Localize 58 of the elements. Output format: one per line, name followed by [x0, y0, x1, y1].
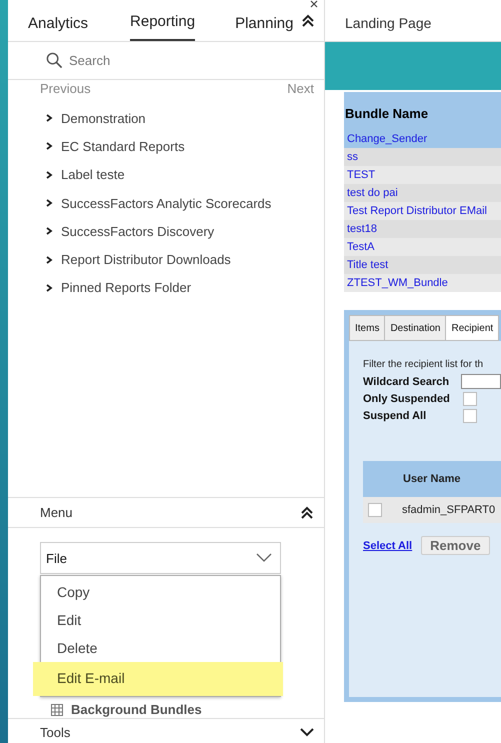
expand-icon[interactable]	[45, 256, 53, 264]
collapse-icon[interactable]	[300, 506, 314, 520]
tab[interactable]: Analytics	[28, 15, 88, 41]
tree-item[interactable]: Demonstration	[61, 110, 146, 126]
menu-item[interactable]: Delete	[41, 634, 280, 662]
tree-item[interactable]: Pinned Reports Folder	[61, 280, 192, 296]
bundle-link[interactable]: test18	[344, 220, 501, 238]
tab[interactable]: Items	[349, 315, 386, 341]
bundle-link[interactable]: TestA	[344, 238, 501, 256]
tab[interactable]: Recipient	[445, 315, 500, 341]
dropdown[interactable]: File	[40, 542, 281, 574]
bundle-link[interactable]: Test Report Distributor EMail	[344, 202, 501, 220]
previous-link[interactable]: Previous	[40, 80, 91, 96]
table-cell: sfadmin_SFPART0	[402, 504, 496, 516]
bundle-link[interactable]: test do pai	[344, 184, 501, 202]
search-icon	[46, 52, 63, 69]
bundle-link[interactable]: ZTEST_WM_Bundle	[344, 274, 501, 292]
section-title: Menu	[40, 505, 73, 520]
tab[interactable]: Planning	[235, 15, 294, 41]
wildcard-search-field[interactable]	[461, 374, 501, 389]
expand-icon[interactable]	[45, 170, 53, 179]
bundle-link[interactable]: TEST	[344, 166, 501, 184]
checkbox[interactable]	[368, 503, 382, 517]
bundle-link[interactable]: ss	[344, 148, 501, 166]
column-header: Bundle Name	[344, 92, 501, 130]
tree-item[interactable]: SuccessFactors Analytic Scorecards	[61, 196, 272, 211]
menu-item[interactable]: Edit	[41, 606, 280, 634]
remove-button[interactable]: Remove	[421, 536, 490, 555]
option-label: Only Suspended	[363, 392, 451, 404]
tab[interactable]: Destination	[384, 315, 446, 341]
grid-icon	[51, 704, 63, 716]
caret-icon	[256, 553, 272, 563]
expand-icon[interactable]	[45, 199, 53, 208]
tab[interactable]: Reporting	[130, 13, 196, 41]
menu-item[interactable]: Edit E-mail	[33, 662, 283, 696]
collapse-icon[interactable]	[301, 14, 315, 28]
tree-item[interactable]: SuccessFactors Discovery	[61, 224, 214, 239]
close-icon[interactable]	[310, 0, 318, 8]
bundle-link[interactable]: Change_Sender	[344, 130, 501, 148]
expand-icon[interactable]	[45, 142, 53, 150]
expand-icon[interactable]	[45, 114, 53, 122]
tree-item[interactable]: Label teste	[61, 167, 125, 182]
tree-item[interactable]: Report Distributor Downloads	[61, 252, 231, 268]
option-label: Suspend All	[363, 410, 428, 422]
checkbox[interactable]	[463, 408, 477, 422]
section-title: Tools	[40, 725, 70, 740]
column-header: User Name	[403, 473, 460, 485]
checkbox[interactable]	[463, 392, 477, 406]
expand-icon[interactable]	[45, 284, 53, 292]
expand-icon[interactable]	[45, 227, 53, 236]
menu-link[interactable]: Background Bundles	[71, 702, 202, 717]
field-label: Wildcard Search	[363, 376, 450, 388]
select-all-link[interactable]: Select All	[363, 540, 412, 552]
bundle-link[interactable]: Title test	[344, 256, 501, 274]
menu-item[interactable]: Copy	[41, 578, 280, 606]
filter-text: Filter the recipient list for th	[363, 359, 484, 370]
tree-item[interactable]: EC Standard Reports	[61, 138, 185, 154]
next-link[interactable]: Next	[287, 80, 314, 96]
